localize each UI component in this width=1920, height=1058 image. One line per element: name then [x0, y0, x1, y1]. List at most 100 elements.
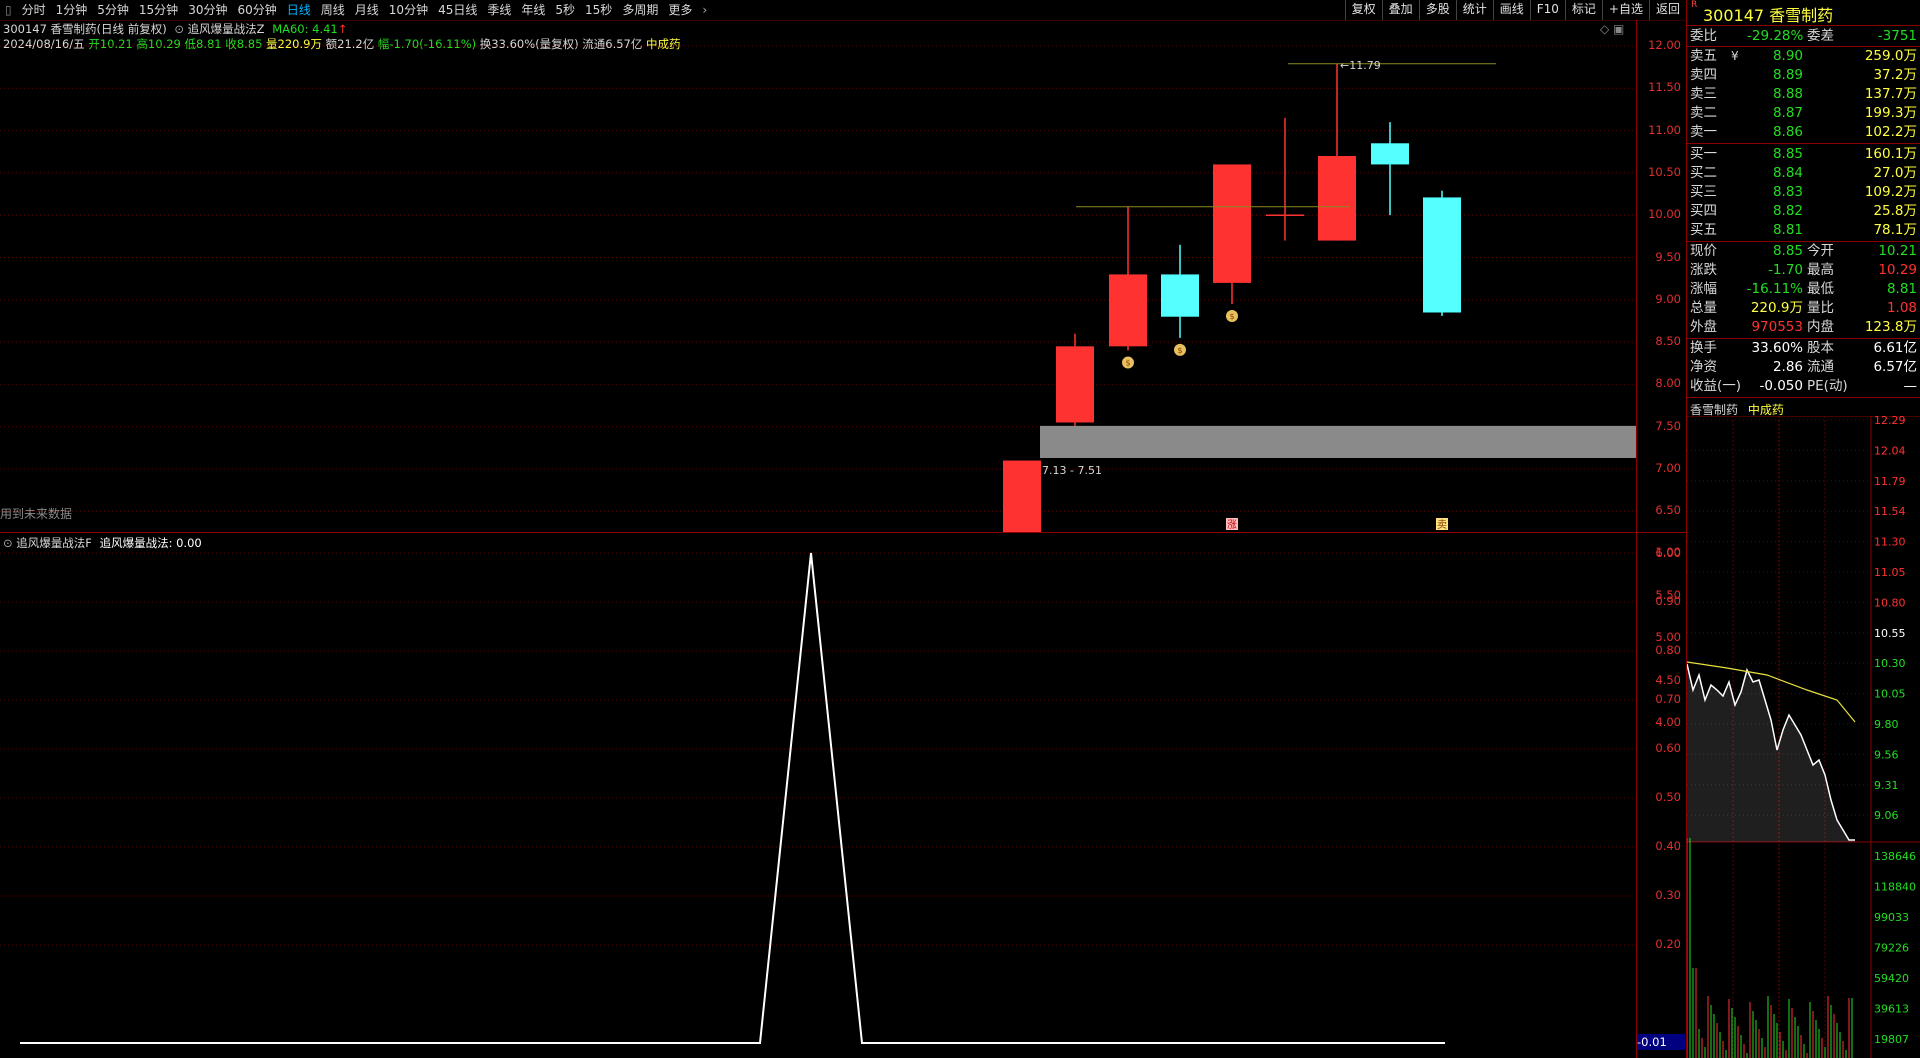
- stat-label: 最高: [1807, 262, 1834, 278]
- ask-currency-icon: ¥: [1731, 49, 1739, 63]
- tool-button[interactable]: F10: [1529, 0, 1565, 20]
- price-axis-label: 7.00: [1655, 461, 1681, 475]
- price-axis: 12.00 11.50 11.00 10.50 10.00 9.50 9.00 8.50 8.0…: [1636, 20, 1687, 1058]
- stat-value: 10.21: [1878, 243, 1917, 259]
- stat-row: 涨幅 -16.11% 最低 8.81: [1687, 280, 1920, 299]
- bid-row[interactable]: 买二 8.84 27.0万: [1687, 164, 1920, 183]
- more-arrow-icon[interactable]: ›: [697, 0, 712, 20]
- support-band: [1040, 425, 1636, 459]
- ask-level-label: 卖四: [1690, 67, 1717, 83]
- indicator-name[interactable]: 追风爆量战法Z: [188, 22, 265, 36]
- ask-level-label: 卖三: [1690, 86, 1717, 102]
- tool-button[interactable]: 叠加: [1381, 0, 1419, 20]
- price-axis-label: 10.50: [1648, 164, 1681, 179]
- mini-vol-label: 99033: [1874, 911, 1909, 924]
- period-tab[interactable]: 10分钟: [384, 0, 433, 20]
- ask-volume: 259.0万: [1864, 48, 1917, 64]
- tool-button[interactable]: 画线: [1492, 0, 1530, 20]
- ask-price: 8.87: [1772, 105, 1803, 121]
- tool-button[interactable]: +自选: [1601, 0, 1649, 20]
- bid-volume: 109.2万: [1864, 184, 1917, 200]
- stat-value: 2.86: [1772, 359, 1803, 375]
- period-tab[interactable]: 45日线: [433, 0, 482, 20]
- tool-button[interactable]: 返回: [1648, 0, 1686, 20]
- up-arrow-icon: ↑: [337, 22, 348, 36]
- bid-row[interactable]: 买五 8.81 78.1万: [1687, 221, 1920, 240]
- sub-axis-label: 0.40: [1655, 839, 1681, 853]
- price-axis-label: 4.00: [1655, 714, 1681, 729]
- ask-row[interactable]: 卖四 8.89 37.2万: [1687, 66, 1920, 85]
- price-axis-label: 9.50: [1655, 249, 1681, 264]
- bid-row[interactable]: 买四 8.82 25.8万: [1687, 202, 1920, 221]
- menu-icon[interactable]: ▯: [0, 0, 17, 20]
- ask-row[interactable]: 卖三 8.88 137.7万: [1687, 85, 1920, 104]
- bid-volume: 78.1万: [1873, 222, 1917, 238]
- candle-body: [1371, 143, 1409, 165]
- period-tab[interactable]: 日线: [282, 0, 316, 20]
- period-tab[interactable]: 5分钟: [92, 0, 134, 20]
- tool-button[interactable]: 复权: [1344, 0, 1382, 20]
- mini-chart-sector: 中成药: [1747, 403, 1784, 417]
- fundamentals: 换手 33.60% 股本 6.61亿 净资 2.86 流通 6.57亿 收益(一) -0.050 P…: [1687, 339, 1920, 396]
- period-tab[interactable]: 15秒: [580, 0, 617, 20]
- mini-chart-name: 香雪制药: [1690, 403, 1739, 417]
- stat-label: 外盘: [1690, 319, 1717, 335]
- period-tab[interactable]: 年线: [516, 0, 550, 20]
- price-axis-label: 12.00: [1648, 38, 1681, 52]
- sub-axis-label: 0.80: [1655, 643, 1681, 657]
- period-tab[interactable]: 多周期: [617, 0, 663, 20]
- mini-price-label: 10.30: [1874, 657, 1906, 670]
- stat-label: 股本: [1807, 340, 1834, 356]
- chart-toggle-icons[interactable]: ◇ ▣: [1600, 22, 1624, 36]
- mini-price-label: 9.80: [1874, 718, 1899, 731]
- ask-price: 8.88: [1772, 86, 1803, 102]
- ask-row[interactable]: 卖一 8.86 102.2万: [1687, 123, 1920, 142]
- stat-value: 6.57亿: [1873, 359, 1917, 375]
- sub-indicator-chart[interactable]: [0, 533, 1636, 1058]
- indicator-icon[interactable]: ⊙: [174, 22, 184, 36]
- intraday-mini-chart[interactable]: 12.29 12.04 11.79 11.54 11.30 11.05 10.80 10.55…: [1687, 416, 1920, 1058]
- period-tab[interactable]: 1分钟: [51, 0, 93, 20]
- stat-value: 6.61亿: [1873, 340, 1917, 356]
- stat-value: 8.81: [1886, 281, 1917, 297]
- stat-label: 涨幅: [1690, 281, 1717, 297]
- ask-volume: 102.2万: [1864, 124, 1917, 140]
- tool-button[interactable]: 标记: [1564, 0, 1602, 20]
- ask-row[interactable]: 卖五 ¥8.90 259.0万: [1687, 47, 1920, 66]
- stat-value: 33.60%: [1751, 340, 1803, 356]
- ask-row[interactable]: 卖二 8.87 199.3万: [1687, 104, 1920, 123]
- kline-chart[interactable]: $$$$$$$$7.13 - 7.51←11.79←3.21www.cfchi.…: [0, 44, 1636, 532]
- weicha-label: 委差: [1807, 28, 1834, 44]
- period-tab[interactable]: 季线: [482, 0, 516, 20]
- stat-value: —: [1903, 378, 1918, 394]
- weibi-row: 委比 -29.28% 委差 -3751: [1687, 27, 1920, 46]
- period-tab[interactable]: 更多: [663, 0, 697, 20]
- stat-label: 净资: [1690, 359, 1717, 375]
- stat-row: 现价 8.85 今开 10.21: [1687, 242, 1920, 261]
- tool-button[interactable]: 统计: [1455, 0, 1493, 20]
- stat-label: PE(动): [1807, 378, 1848, 394]
- period-tab[interactable]: 周线: [316, 0, 350, 20]
- period-tab[interactable]: 分时: [17, 0, 51, 20]
- bid-volume: 25.8万: [1873, 203, 1917, 219]
- stat-value: -0.050: [1759, 378, 1803, 394]
- bid-level-label: 买三: [1690, 184, 1717, 200]
- bid-volume: 160.1万: [1864, 146, 1917, 162]
- period-tab[interactable]: 5秒: [550, 0, 580, 20]
- stat-label: 换手: [1690, 340, 1717, 356]
- stat-label: 涨跌: [1690, 262, 1717, 278]
- ask-volume: 37.2万: [1873, 67, 1917, 83]
- mark-mai: 卖: [1437, 519, 1447, 531]
- period-tab[interactable]: 15分钟: [134, 0, 183, 20]
- period-tab[interactable]: 30分钟: [183, 0, 232, 20]
- price-axis-label: 6.50: [1655, 503, 1681, 518]
- stat-label: 量比: [1807, 300, 1834, 316]
- tool-button[interactable]: 多股: [1418, 0, 1456, 20]
- bid-level-label: 买二: [1690, 165, 1717, 181]
- bid-book: 买一 8.85 160.1万 买二 8.84 27.0万 买三 8.83 109.2万 买四 8.8…: [1687, 145, 1920, 240]
- period-tab[interactable]: 月线: [350, 0, 384, 20]
- sub-axis-label: 0.60: [1655, 741, 1681, 755]
- period-tab[interactable]: 60分钟: [232, 0, 281, 20]
- bid-row[interactable]: 买一 8.85 160.1万: [1687, 145, 1920, 164]
- bid-row[interactable]: 买三 8.83 109.2万: [1687, 183, 1920, 202]
